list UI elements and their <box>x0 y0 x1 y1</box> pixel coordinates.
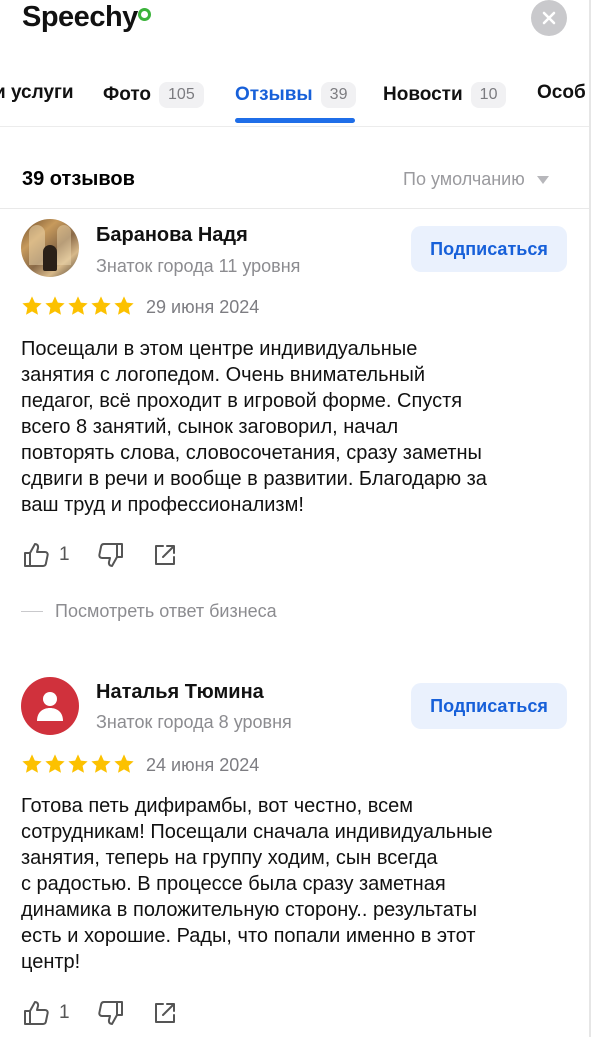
tab-label: Отзывы <box>235 84 313 105</box>
sort-label: По умолчанию <box>403 169 525 189</box>
divider <box>0 208 591 209</box>
view-business-reply-link[interactable]: Посмотреть ответ бизнеса <box>21 601 277 622</box>
tab-label: Особ <box>537 82 586 103</box>
star-icon <box>22 754 42 773</box>
review-text-line: повторять слова, словосочетания, сразу з… <box>21 442 482 464</box>
review-text-line: педагог, всё проходит в игровой форме. С… <box>21 390 463 412</box>
chevron-down-icon <box>536 175 549 184</box>
author-level: Знаток города 8 уровня <box>96 712 292 732</box>
header: Speechy <box>0 0 591 62</box>
tab-news[interactable]: Новости 10 <box>383 82 507 108</box>
avatar[interactable] <box>21 219 79 277</box>
tab-features[interactable]: Особ <box>537 82 586 104</box>
share-icon[interactable] <box>150 998 180 1028</box>
tab-photo[interactable]: Фото 105 <box>103 82 204 108</box>
tab-services[interactable]: и услуги <box>0 82 74 104</box>
review-date: 24 июня 2024 <box>146 755 260 775</box>
review-text-line: динамика в положительную сторону.. резул… <box>21 899 477 921</box>
star-icon <box>68 754 88 773</box>
star-icon <box>91 296 111 315</box>
review-text: Готова петь дифирамбы, вот честно, всем … <box>21 793 576 975</box>
close-button[interactable] <box>531 0 567 36</box>
rating-stars <box>21 295 135 317</box>
review-text-line: всего 8 занятий, сынок заговорил, начал <box>21 416 399 438</box>
divider <box>0 126 591 127</box>
divider <box>21 611 43 612</box>
star-icon <box>114 754 134 773</box>
tab-count: 10 <box>470 82 507 108</box>
review-text-line: занятия, теперь на группу ходим, сын все… <box>21 847 438 869</box>
active-tab-indicator <box>235 118 355 123</box>
close-icon <box>542 11 556 25</box>
tab-count: 39 <box>320 82 357 108</box>
tab-count: 105 <box>159 82 204 108</box>
thumbs-up-icon[interactable] <box>21 540 51 570</box>
review-text-line: с радостью. В процессе была сразу заметн… <box>21 873 446 895</box>
tab-reviews[interactable]: Отзывы 39 <box>235 82 357 108</box>
review-text-line: сдвиги в речи и вообще в развитии. Благо… <box>21 468 487 490</box>
review-text-line: занятия с логопедом. Очень внимательный <box>21 364 426 386</box>
review-actions: 1 <box>21 540 180 570</box>
tab-label: и услуги <box>0 82 74 103</box>
thumbs-up-icon[interactable] <box>21 998 51 1028</box>
star-icon <box>22 296 42 315</box>
app-logo[interactable]: Speechy <box>22 1 138 34</box>
like-count: 1 <box>59 544 70 565</box>
review-author[interactable]: Наталья Тюмина <box>96 681 264 704</box>
star-icon <box>91 754 111 773</box>
review-date: 29 июня 2024 <box>146 297 260 317</box>
reviews-count: 39 отзывов <box>22 168 135 190</box>
reviews-header: 39 отзывов По умолчанию <box>0 160 591 206</box>
tab-label: Фото <box>103 84 152 105</box>
tab-label: Новости <box>383 84 463 105</box>
subscribe-button[interactable]: Подписаться <box>411 226 567 272</box>
logo-badge-icon <box>138 8 151 21</box>
review-author[interactable]: Баранова Надя <box>96 224 248 247</box>
tab-bar: и услуги Фото 105 Отзывы 39 Новости 10 О… <box>0 80 591 128</box>
review-text-line: ваш труд и профессионализм! <box>21 494 304 516</box>
star-icon <box>45 754 65 773</box>
review-text-line: Готова петь дифирамбы, вот честно, всем <box>21 795 413 817</box>
review-text-line: центр! <box>21 951 81 973</box>
thumbs-down-icon[interactable] <box>96 998 126 1028</box>
review-actions: 1 <box>21 998 180 1028</box>
star-icon <box>114 296 134 315</box>
review-text-line: сотрудникам! Посещали сначала индивидуал… <box>21 821 493 843</box>
star-icon <box>45 296 65 315</box>
rating-stars <box>21 753 135 775</box>
user-silhouette-icon <box>37 692 63 721</box>
author-level: Знаток города 11 уровня <box>96 256 301 276</box>
review-text-line: есть и хорошие. Рады, что попали именно … <box>21 925 476 947</box>
star-icon <box>68 296 88 315</box>
subscribe-button[interactable]: Подписаться <box>411 683 567 729</box>
sort-dropdown[interactable]: По умолчанию <box>403 169 549 190</box>
business-reply-label: Посмотреть ответ бизнеса <box>55 601 277 621</box>
share-icon[interactable] <box>150 540 180 570</box>
thumbs-down-icon[interactable] <box>96 540 126 570</box>
avatar[interactable] <box>21 677 79 735</box>
review-text: Посещали в этом центре индивидуальные за… <box>21 336 576 518</box>
like-count: 1 <box>59 1002 70 1023</box>
review-text-line: Посещали в этом центре индивидуальные <box>21 338 418 360</box>
